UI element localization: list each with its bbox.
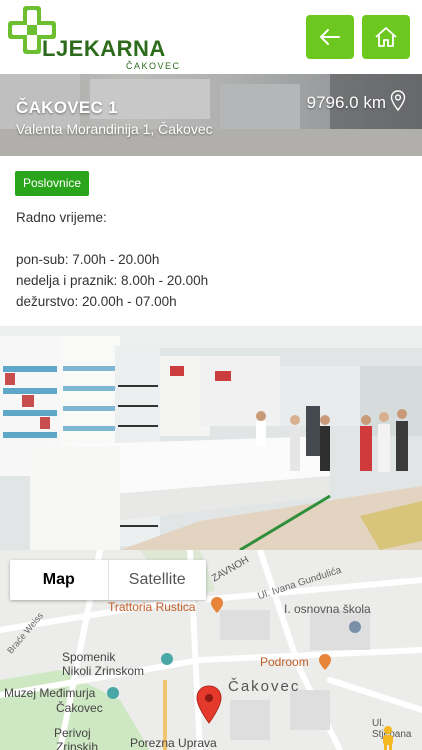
school-icon bbox=[349, 621, 361, 633]
working-hours-title: Radno vrijeme: bbox=[16, 210, 107, 225]
satellite-tab[interactable]: Satellite bbox=[109, 560, 207, 600]
arrow-left-icon bbox=[320, 29, 340, 45]
museum-icon bbox=[107, 687, 119, 699]
map-label-park: Perivoj bbox=[54, 726, 91, 740]
app-header: LJEKARNA ČAKOVEC bbox=[0, 0, 422, 74]
store-hero-banner[interactable]: ČAKOVEC 1 Valenta Morandinija 1, Čakovec… bbox=[0, 74, 422, 156]
map-label-landmark: Nikoli Zrinskom bbox=[62, 664, 145, 678]
store-name: ČAKOVEC 1 bbox=[16, 98, 118, 117]
map-label-museum: Čakovec bbox=[56, 701, 103, 715]
location-map[interactable]: Map Satellite Trattoria Rustica Ul. Ivan… bbox=[0, 550, 422, 750]
home-button[interactable] bbox=[362, 15, 410, 59]
map-type-toggle: Map Satellite bbox=[10, 560, 206, 600]
store-distance: 9796.0 km bbox=[306, 93, 386, 112]
street-view-pegman-icon[interactable] bbox=[378, 725, 398, 750]
logo-subtitle: ČAKOVEC bbox=[126, 61, 181, 71]
landmark-icon bbox=[161, 653, 173, 665]
home-icon bbox=[375, 27, 397, 47]
store-address: Valenta Morandinija 1, Čakovec bbox=[16, 121, 213, 137]
map-tab[interactable]: Map bbox=[10, 560, 109, 600]
map-label-school: I. osnovna škola bbox=[284, 602, 371, 616]
logo-title: LJEKARNA bbox=[42, 36, 166, 61]
map-label-park: Zrinskih bbox=[56, 740, 99, 750]
hours-line: nedelja i praznik: 8.00h - 20.00h bbox=[16, 273, 209, 288]
hours-line: dežurstvo: 20.00h - 07.00h bbox=[16, 294, 177, 309]
map-label-museum: Muzej Međimurja bbox=[4, 686, 96, 700]
restaurant-pin-icon bbox=[211, 597, 223, 613]
ljekarna-logo: LJEKARNA ČAKOVEC bbox=[8, 6, 179, 71]
bar-pin-icon bbox=[319, 654, 331, 670]
hours-line: pon-sub: 7.00h - 20.00h bbox=[16, 252, 160, 267]
pharmacy-interior-photo bbox=[0, 326, 422, 550]
category-badge: Poslovnice bbox=[15, 171, 90, 196]
map-label-landmark: Spomenik bbox=[62, 650, 116, 664]
map-label-city: Čakovec bbox=[228, 678, 301, 695]
map-label-restaurant: Trattoria Rustica bbox=[108, 600, 196, 614]
map-label-bar: Podroom bbox=[260, 655, 309, 669]
location-pin-icon bbox=[390, 90, 406, 112]
back-button[interactable] bbox=[306, 15, 354, 59]
map-label-office: Porezna Uprava bbox=[130, 736, 217, 750]
store-location-marker-icon[interactable] bbox=[196, 685, 222, 725]
